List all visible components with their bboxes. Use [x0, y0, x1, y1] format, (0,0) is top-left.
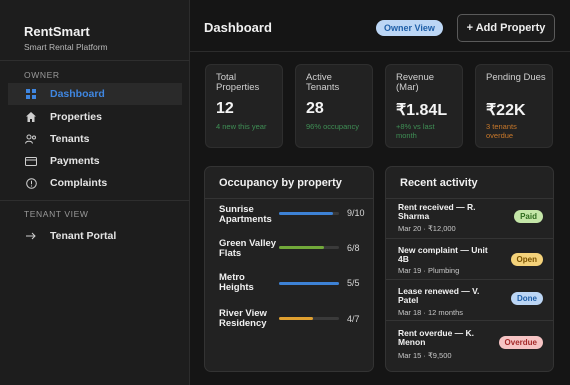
- activity-item[interactable]: New complaint — Unit 4B Mar 19 · Plumbin…: [386, 240, 553, 280]
- occupancy-bar-fill: [279, 246, 324, 249]
- occupancy-bar: [279, 246, 339, 249]
- stat-value: ₹22K: [486, 102, 526, 119]
- property-name: Metro Heights: [219, 272, 254, 293]
- stat-value: 28: [306, 100, 324, 117]
- owner-section-label: OWNER: [24, 70, 60, 80]
- stat-card-pending-dues: Pending Dues ₹22K 3 tenants overdue: [475, 64, 553, 148]
- occupancy-bar: [279, 317, 339, 320]
- card-title: Recent activity: [400, 177, 478, 189]
- occupancy-row[interactable]: Metro Heights 5/5: [219, 273, 369, 299]
- sidebar-item-label: Complaints: [50, 177, 108, 189]
- status-badge: Done: [511, 292, 543, 305]
- divider: [386, 320, 553, 321]
- sidebar-item-label: Tenants: [50, 133, 90, 145]
- occupancy-bar-fill: [279, 282, 339, 285]
- divider: [386, 238, 553, 239]
- status-badge: Paid: [514, 210, 543, 223]
- activity-title: Rent received — R. Sharma: [398, 202, 476, 221]
- sidebar-item-label: Dashboard: [50, 88, 105, 100]
- stat-note: 96% occupancy: [306, 122, 359, 131]
- occupancy-row[interactable]: Green Valley Flats 6/8: [219, 239, 369, 265]
- top-bar: Dashboard Owner View + Add Property: [190, 0, 570, 52]
- activity-item[interactable]: Lease renewed — V. Patel Mar 18 · 12 mon…: [386, 281, 553, 321]
- activity-meta: Mar 15 · ₹9,500: [398, 351, 452, 360]
- sidebar-item-dashboard[interactable]: Dashboard: [8, 83, 182, 105]
- status-badge: Overdue: [498, 336, 543, 349]
- property-name: River View Residency: [219, 308, 267, 329]
- stat-label: Active Tenants: [306, 72, 340, 93]
- sidebar-item-label: Tenant Portal: [50, 230, 117, 242]
- page-title: Dashboard: [204, 20, 272, 35]
- stat-value: 12: [216, 100, 234, 117]
- grid-icon: [24, 89, 38, 99]
- divider: [0, 200, 190, 201]
- occupancy-row[interactable]: River View Residency 4/7: [219, 309, 369, 335]
- activity-title: Lease renewed — V. Patel: [398, 286, 480, 305]
- stat-card-revenue: Revenue (Mar) ₹1.84L +8% vs last month: [385, 64, 463, 148]
- divider: [0, 60, 190, 61]
- stat-note: +8% vs last month: [396, 122, 435, 140]
- brand-name: RentSmart: [24, 24, 90, 39]
- stat-card-total-properties: Total Properties 12 4 new this year: [205, 64, 283, 148]
- stat-note: 4 new this year: [216, 122, 267, 131]
- sidebar-item-complaints[interactable]: Complaints: [8, 172, 182, 194]
- activity-item[interactable]: Rent overdue — K. Menon Mar 15 · ₹9,500 …: [386, 323, 553, 363]
- activity-meta: Mar 18 · 12 months: [398, 308, 464, 317]
- add-property-button[interactable]: + Add Property: [457, 14, 555, 42]
- activity-title: New complaint — Unit 4B: [398, 245, 488, 264]
- activity-meta: Mar 19 · Plumbing: [398, 266, 460, 275]
- card-icon: [24, 156, 38, 166]
- property-name: Green Valley Flats: [219, 238, 277, 259]
- stat-label: Total Properties: [216, 72, 260, 93]
- stat-card-active-tenants: Active Tenants 28 96% occupancy: [295, 64, 373, 148]
- alert-circle-icon: [24, 177, 38, 189]
- home-icon: [24, 112, 38, 122]
- occupancy-bar: [279, 212, 339, 215]
- tenant-section-label: TENANT VIEW: [24, 209, 89, 219]
- sidebar-item-tenants[interactable]: Tenants: [8, 128, 182, 150]
- activity-meta: Mar 20 · ₹12,000: [398, 224, 456, 233]
- people-icon: [24, 134, 38, 144]
- sidebar-item-label: Properties: [50, 111, 102, 123]
- occupancy-row[interactable]: Sunrise Apartments 9/10: [219, 205, 369, 231]
- brand: RentSmart Smart Rental Platform: [0, 0, 189, 52]
- occupancy-card: Occupancy by property Sunrise Apartments…: [204, 166, 374, 372]
- owner-view-badge[interactable]: Owner View: [376, 20, 443, 36]
- occupancy-value: 4/7: [347, 314, 360, 324]
- occupancy-bar-fill: [279, 212, 333, 215]
- occupancy-value: 5/5: [347, 278, 360, 288]
- activity-title: Rent overdue — K. Menon: [398, 328, 475, 347]
- stat-label: Pending Dues: [486, 72, 546, 83]
- stat-note: 3 tenants overdue: [486, 122, 517, 140]
- brand-tagline: Smart Rental Platform: [24, 42, 108, 52]
- occupancy-value: 6/8: [347, 243, 360, 253]
- recent-activity-card: Recent activity Rent received — R. Sharm…: [385, 166, 554, 372]
- arrow-right-icon: [24, 232, 38, 240]
- sidebar-item-label: Payments: [50, 155, 100, 167]
- activity-item[interactable]: Rent received — R. Sharma Mar 20 · ₹12,0…: [386, 199, 553, 239]
- card-title: Occupancy by property: [219, 177, 342, 189]
- occupancy-bar: [279, 282, 339, 285]
- stat-label: Revenue (Mar): [396, 72, 435, 93]
- divider: [386, 279, 553, 280]
- sidebar: RentSmart Smart Rental Platform OWNER Da…: [0, 0, 190, 385]
- sidebar-item-payments[interactable]: Payments: [8, 150, 182, 172]
- status-badge: Open: [510, 253, 543, 266]
- property-name: Sunrise Apartments: [219, 204, 272, 225]
- occupancy-value: 9/10: [347, 208, 365, 218]
- divider: [205, 198, 373, 199]
- stat-value: ₹1.84L: [396, 102, 448, 119]
- sidebar-item-tenant-portal[interactable]: Tenant Portal: [8, 225, 182, 247]
- sidebar-item-properties[interactable]: Properties: [8, 106, 182, 128]
- occupancy-bar-fill: [279, 317, 314, 320]
